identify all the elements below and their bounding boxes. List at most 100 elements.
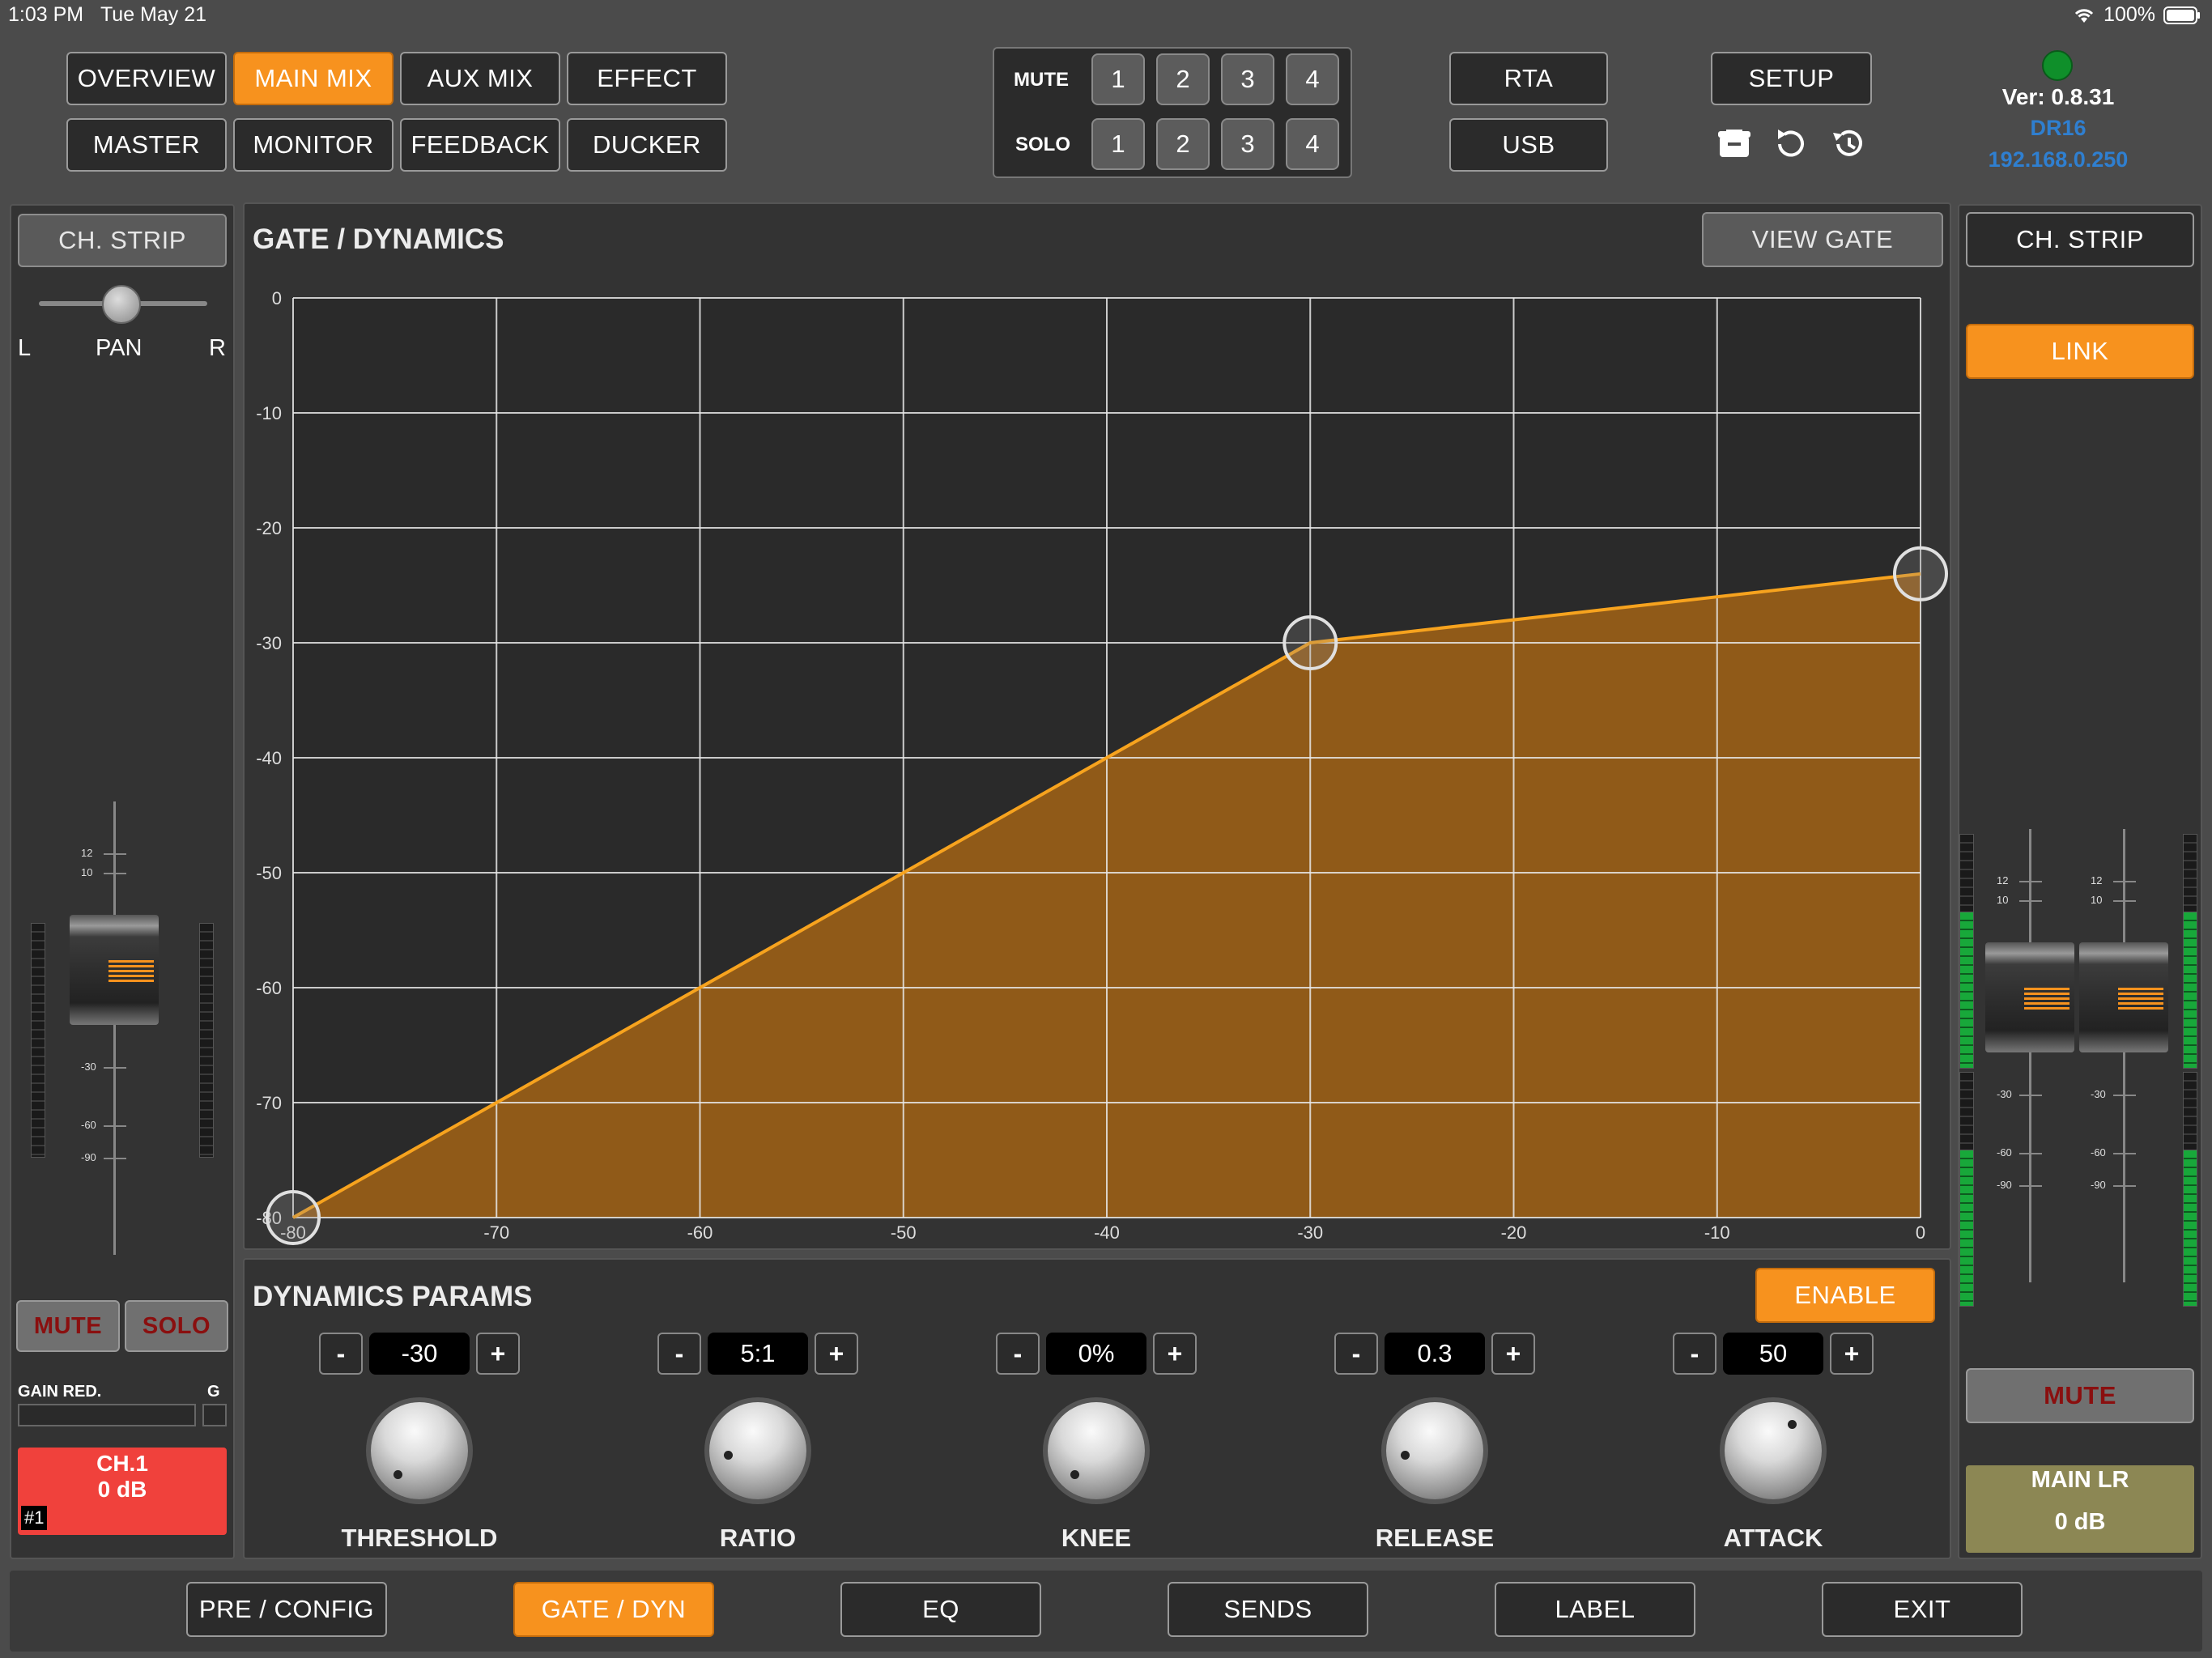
bottom-tab-eq[interactable]: EQ (840, 1582, 1041, 1637)
mute-group-2-button[interactable]: 2 (1156, 53, 1210, 105)
solo-group-4-button[interactable]: 4 (1286, 118, 1339, 170)
bottom-tab-label[interactable]: LABEL (1495, 1582, 1695, 1637)
view-gate-button[interactable]: VIEW GATE (1702, 212, 1943, 267)
fader-cap-line (2118, 988, 2163, 990)
ratio-increment-button[interactable]: + (815, 1333, 858, 1375)
left-output-meter (199, 923, 214, 1158)
dynamics-curve-chart[interactable]: 0-10-20-30-40-50-60-70-80-80-70-60-50-40… (243, 275, 1951, 1247)
ratio-value[interactable]: 5:1 (708, 1333, 808, 1375)
release-label: RELEASE (1375, 1524, 1495, 1552)
channel-level: 0 dB (97, 1477, 147, 1502)
fader-cap-line (2118, 997, 2163, 1000)
ratio-decrement-button[interactable]: - (657, 1333, 701, 1375)
mute-group-1-button[interactable]: 1 (1091, 53, 1145, 105)
release-increment-button[interactable]: + (1491, 1333, 1535, 1375)
attack-decrement-button[interactable]: - (1673, 1333, 1716, 1375)
left-solo-button[interactable]: SOLO (125, 1300, 228, 1352)
fader-cap-line (108, 960, 154, 963)
pan-right-label: R (209, 335, 226, 361)
gate-indicator (202, 1404, 227, 1426)
attack-value[interactable]: 50 (1723, 1333, 1823, 1375)
curve-handle-1[interactable] (266, 1190, 321, 1245)
release-value[interactable]: 0.3 (1385, 1333, 1485, 1375)
left-channel-fader-cap[interactable] (70, 915, 159, 1025)
right-fader-left-cap[interactable] (1985, 942, 2074, 1052)
right-fader-right-track[interactable] (2123, 829, 2125, 1282)
ratio-knob[interactable] (709, 1402, 806, 1499)
setup-button[interactable]: SETUP (1711, 52, 1872, 105)
fader-tick (104, 1158, 126, 1159)
pan-slider-knob[interactable] (102, 285, 141, 324)
link-button[interactable]: LINK (1966, 324, 2194, 379)
knee-knob[interactable] (1048, 1402, 1145, 1499)
mute-group-3-button[interactable]: 3 (1221, 53, 1274, 105)
curve-handle-3[interactable] (1893, 546, 1948, 602)
right-level-meter-fill (1959, 912, 1974, 1069)
nav-tab-feedback[interactable]: FEEDBACK (400, 118, 560, 172)
left-ch-strip-button[interactable]: CH. STRIP (18, 214, 227, 267)
attack-increment-button[interactable]: + (1830, 1333, 1874, 1375)
bus-name: MAIN LR (2031, 1467, 2129, 1493)
fader-tick (2019, 1153, 2042, 1154)
solo-group-3-button[interactable]: 3 (1221, 118, 1274, 170)
usb-button[interactable]: USB (1449, 118, 1608, 172)
knob-indicator-dot (393, 1470, 402, 1479)
bottom-tab-pre-config[interactable]: PRE / CONFIG (186, 1582, 387, 1637)
bottom-tab-sends[interactable]: SENDS (1168, 1582, 1368, 1637)
wifi-icon (2074, 8, 2094, 23)
bottom-tab-gate-dyn[interactable]: GATE / DYN (513, 1582, 714, 1637)
nav-tab-monitor[interactable]: MONITOR (233, 118, 393, 172)
knee-increment-button[interactable]: + (1153, 1333, 1197, 1375)
y-tick-label: 0 (272, 288, 282, 308)
fader-cap-line (2118, 993, 2163, 995)
nav-tab-ducker[interactable]: DUCKER (567, 118, 727, 172)
knee-value[interactable]: 0% (1046, 1333, 1146, 1375)
rta-button[interactable]: RTA (1449, 52, 1608, 105)
threshold-value[interactable]: -30 (369, 1333, 470, 1375)
bottom-tab-exit[interactable]: EXIT (1822, 1582, 2023, 1637)
threshold-decrement-button[interactable]: - (319, 1333, 363, 1375)
nav-tab-master[interactable]: MASTER (66, 118, 227, 172)
device-ip: 192.168.0.250 (1988, 147, 2129, 172)
curve-handle-2[interactable] (1283, 615, 1338, 670)
y-tick-label: -10 (256, 403, 282, 423)
fader-cap-line (2024, 993, 2069, 995)
right-fader-left-track[interactable] (2029, 829, 2031, 1282)
right-fader-right-cap[interactable] (2079, 942, 2168, 1052)
channel-number-badge: #1 (21, 1506, 48, 1530)
fader-scale-label: 12 (2091, 874, 2103, 886)
attack-knob[interactable] (1725, 1402, 1822, 1499)
release-decrement-button[interactable]: - (1334, 1333, 1378, 1375)
nav-tab-effect[interactable]: EFFECT (567, 52, 727, 105)
nav-tab-overview[interactable]: OVERVIEW (66, 52, 227, 105)
fader-cap-line (108, 965, 154, 967)
pan-left-label: L (18, 335, 32, 361)
right-mute-button[interactable]: MUTE (1966, 1368, 2194, 1423)
mute-group-4-button[interactable]: 4 (1286, 53, 1339, 105)
y-tick-label: -60 (256, 978, 282, 998)
right-ch-strip-button[interactable]: CH. STRIP (1966, 212, 2194, 267)
threshold-knob[interactable] (371, 1402, 468, 1499)
solo-group-1-button[interactable]: 1 (1091, 118, 1145, 170)
nav-tab-main-mix[interactable]: MAIN MIX (233, 52, 393, 105)
fader-cap-line (2024, 988, 2069, 990)
library-icon[interactable] (1716, 128, 1752, 159)
reset-icon[interactable] (1773, 126, 1807, 160)
enable-button[interactable]: ENABLE (1755, 1268, 1935, 1323)
nav-tab-aux-mix[interactable]: AUX MIX (400, 52, 560, 105)
left-channel-fader-track[interactable] (113, 801, 116, 1255)
solo-group-2-button[interactable]: 2 (1156, 118, 1210, 170)
fader-tick (2113, 900, 2136, 902)
y-tick-label: -50 (256, 863, 282, 883)
history-icon[interactable] (1830, 126, 1865, 160)
left-mute-button[interactable]: MUTE (16, 1300, 120, 1352)
knee-decrement-button[interactable]: - (996, 1333, 1040, 1375)
fader-tick (104, 1125, 126, 1127)
status-time: 1:03 PM (8, 3, 84, 26)
threshold-increment-button[interactable]: + (476, 1333, 520, 1375)
ratio-label: RATIO (719, 1524, 797, 1552)
bus-level: 0 dB (2054, 1509, 2106, 1535)
fader-scale-label: -30 (2091, 1088, 2106, 1100)
release-knob[interactable] (1386, 1402, 1483, 1499)
status-date: Tue May 21 (100, 3, 207, 26)
